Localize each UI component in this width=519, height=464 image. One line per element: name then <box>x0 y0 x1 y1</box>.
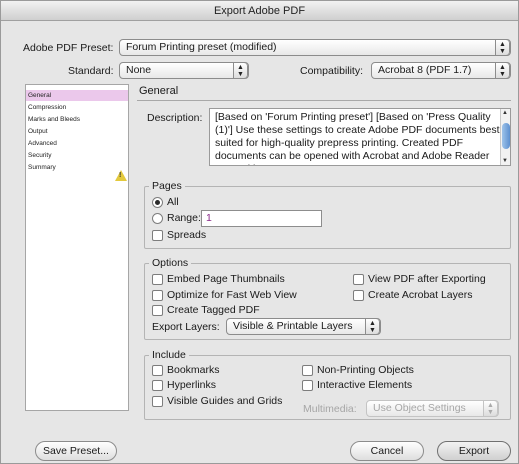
embed-thumbnails-checkbox[interactable] <box>152 274 163 285</box>
pages-title: Pages <box>149 180 185 192</box>
visible-guides-label: Visible Guides and Grids <box>167 395 283 407</box>
sidebar-item-security[interactable]: Security <box>26 150 128 161</box>
description-scrollbar[interactable]: ▲ ▼ <box>500 109 510 165</box>
sidebar-item-general[interactable]: General <box>26 90 128 101</box>
compatibility-label: Compatibility: <box>300 65 364 77</box>
up-down-arrows-icon: ▲ ▼ <box>495 63 510 78</box>
category-list: General Compression Marks and Bleeds Out… <box>25 84 129 411</box>
hyperlinks-label: Hyperlinks <box>167 379 217 391</box>
scroll-up-icon[interactable]: ▲ <box>502 110 508 116</box>
create-tagged-pdf-checkbox[interactable] <box>152 305 163 316</box>
multimedia-popup[interactable]: Use Object Settings ▲ ▼ <box>366 400 499 417</box>
view-after-export-checkbox[interactable] <box>353 274 364 285</box>
preset-label: Adobe PDF Preset: <box>23 42 114 54</box>
visible-guides-checkbox[interactable] <box>152 396 163 407</box>
up-down-arrows-icon: ▲ ▼ <box>483 401 498 416</box>
all-pages-radio[interactable] <box>152 197 163 208</box>
section-heading: General <box>139 85 179 97</box>
scroll-down-icon[interactable]: ▼ <box>502 158 508 164</box>
standard-popup[interactable]: None ▲ ▼ <box>119 62 249 79</box>
compatibility-value: Acrobat 8 (PDF 1.7) <box>378 64 472 76</box>
up-down-arrows-icon: ▲ ▼ <box>495 40 510 55</box>
export-pdf-dialog: Export Adobe PDF Adobe PDF Preset: Forum… <box>0 0 519 464</box>
cancel-button[interactable]: Cancel <box>350 441 424 461</box>
non-printing-checkbox[interactable] <box>302 365 313 376</box>
sidebar-item-output[interactable]: Output <box>26 126 128 137</box>
description-text: [Based on 'Forum Printing preset'] [Base… <box>215 111 500 165</box>
create-acrobat-layers-checkbox[interactable] <box>353 290 364 301</box>
interactive-elements-label: Interactive Elements <box>317 379 413 391</box>
standard-value: None <box>126 64 152 76</box>
bookmarks-label: Bookmarks <box>167 364 220 376</box>
optimize-web-label: Optimize for Fast Web View <box>167 289 297 301</box>
standard-label: Standard: <box>68 65 114 77</box>
export-button[interactable]: Export <box>437 441 511 461</box>
create-tagged-pdf-label: Create Tagged PDF <box>167 304 260 316</box>
sidebar-item-summary[interactable]: Summary <box>26 162 128 173</box>
spreads-label: Spreads <box>167 229 207 241</box>
up-down-arrows-icon: ▲ ▼ <box>365 319 380 334</box>
sidebar-item-advanced[interactable]: Advanced <box>26 138 128 149</box>
all-pages-label: All <box>167 196 179 208</box>
compatibility-popup[interactable]: Acrobat 8 (PDF 1.7) ▲ ▼ <box>371 62 511 79</box>
multimedia-value: Use Object Settings <box>373 402 466 414</box>
preset-value: Forum Printing preset (modified) <box>126 41 277 53</box>
scroll-thumb[interactable] <box>502 123 510 149</box>
view-after-export-label: View PDF after Exporting <box>368 273 486 285</box>
embed-thumbnails-label: Embed Page Thumbnails <box>167 273 285 285</box>
range-radio[interactable] <box>152 213 163 224</box>
range-label: Range: <box>167 212 201 224</box>
include-title: Include <box>149 349 189 361</box>
up-down-arrows-icon: ▲ ▼ <box>233 63 248 78</box>
export-layers-label: Export Layers: <box>152 321 220 333</box>
interactive-elements-checkbox[interactable] <box>302 380 313 391</box>
export-layers-popup[interactable]: Visible & Printable Layers ▲ ▼ <box>226 318 381 335</box>
non-printing-label: Non-Printing Objects <box>317 364 414 376</box>
window-title: Export Adobe PDF <box>1 1 518 21</box>
export-layers-value: Visible & Printable Layers <box>233 320 353 332</box>
heading-divider <box>137 100 511 101</box>
save-preset-button[interactable]: Save Preset... <box>35 441 117 461</box>
create-acrobat-layers-label: Create Acrobat Layers <box>368 289 473 301</box>
description-label: Description: <box>147 112 203 124</box>
sidebar-item-compression[interactable]: Compression <box>26 102 128 113</box>
options-title: Options <box>149 257 192 269</box>
multimedia-label: Multimedia: <box>303 403 357 415</box>
spreads-checkbox[interactable] <box>152 230 163 241</box>
range-input[interactable]: 1 <box>201 210 322 227</box>
description-box[interactable]: [Based on 'Forum Printing preset'] [Base… <box>209 108 511 166</box>
hyperlinks-checkbox[interactable] <box>152 380 163 391</box>
sidebar-item-marks-and-bleeds[interactable]: Marks and Bleeds <box>26 114 128 125</box>
warning-triangle-icon: ! <box>115 170 127 181</box>
preset-popup[interactable]: Forum Printing preset (modified) ▲ ▼ <box>119 39 511 56</box>
bookmarks-checkbox[interactable] <box>152 365 163 376</box>
optimize-web-checkbox[interactable] <box>152 290 163 301</box>
